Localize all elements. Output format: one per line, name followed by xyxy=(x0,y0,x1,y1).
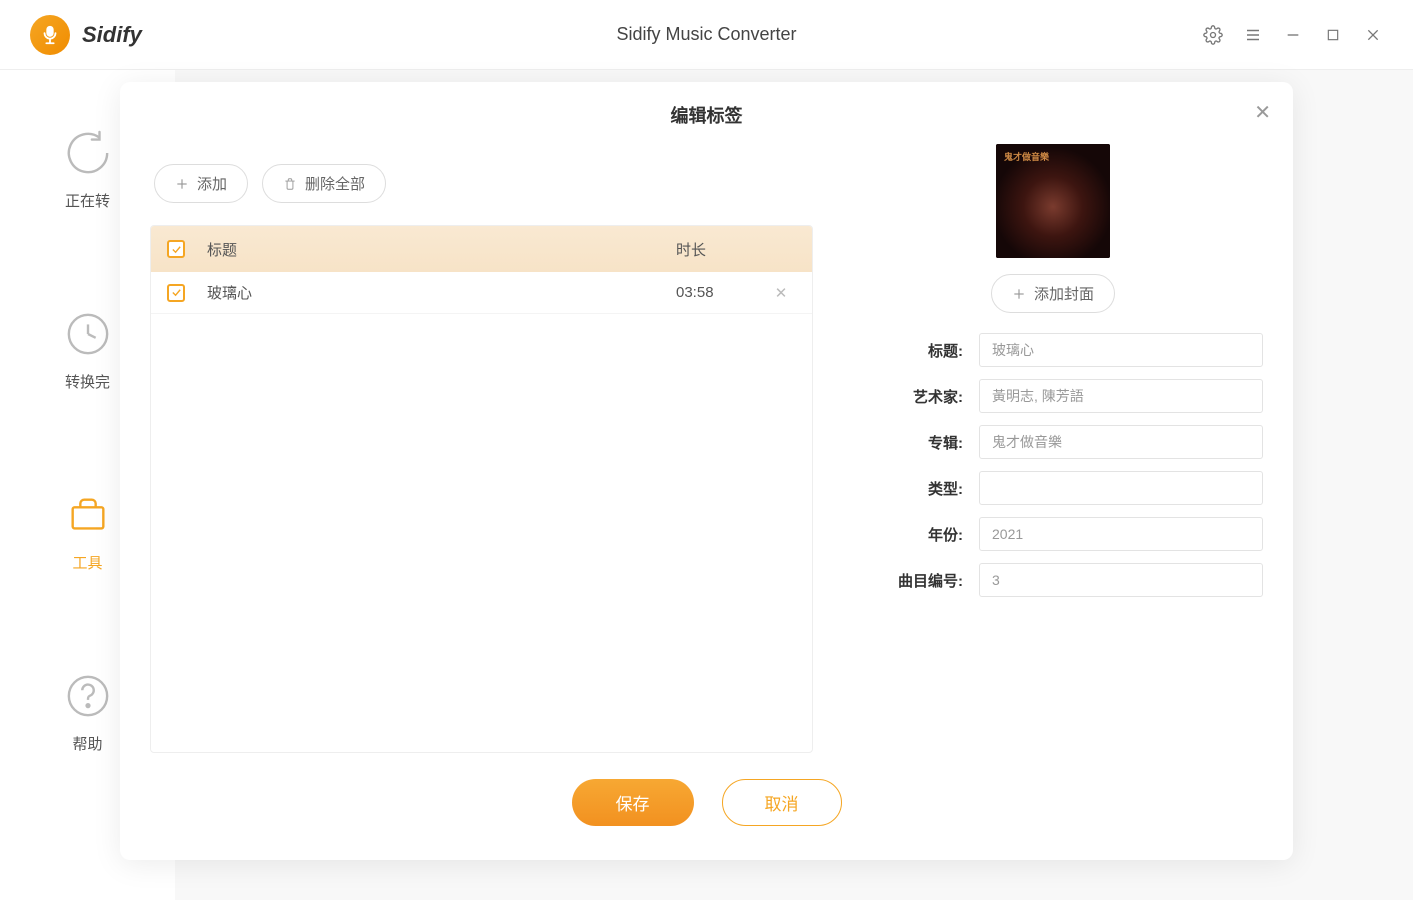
modal-footer: 保存 取消 xyxy=(120,753,1293,860)
right-pane: 鬼才做音樂 添加封面 标题: 艺术家: 专辑: xyxy=(843,144,1263,753)
settings-icon[interactable] xyxy=(1203,25,1223,45)
form-row-year: 年份: xyxy=(843,517,1263,551)
input-track[interactable] xyxy=(979,563,1263,597)
header-checkbox[interactable] xyxy=(167,240,207,258)
input-genre[interactable] xyxy=(979,471,1263,505)
delete-all-label: 删除全部 xyxy=(305,173,365,194)
plus-icon xyxy=(1012,287,1026,301)
track-table: 标题 时长 玻璃心 03:58 ✕ xyxy=(150,225,813,753)
album-cover: 鬼才做音樂 xyxy=(996,144,1110,258)
close-icon[interactable] xyxy=(1363,25,1383,45)
input-artist[interactable] xyxy=(979,379,1263,413)
label-album: 专辑: xyxy=(843,432,963,453)
form-row-title: 标题: xyxy=(843,333,1263,367)
sidebar-label: 帮助 xyxy=(72,733,102,754)
row-checkbox[interactable] xyxy=(167,284,207,302)
titlebar-right xyxy=(1203,25,1383,45)
sidebar-item-tools[interactable]: 工具 xyxy=(65,492,111,573)
app-title: Sidify Music Converter xyxy=(616,24,796,45)
header-title: 标题 xyxy=(207,239,676,260)
label-track: 曲目编号: xyxy=(843,570,963,591)
label-title: 标题: xyxy=(843,340,963,361)
modal-close-icon[interactable]: ✕ xyxy=(1254,100,1271,125)
label-genre: 类型: xyxy=(843,478,963,499)
sidebar-item-help[interactable]: 帮助 xyxy=(65,673,111,754)
save-button[interactable]: 保存 xyxy=(572,779,694,826)
edit-tags-modal: 编辑标签 ✕ 添加 删除全部 标题 时长 xyxy=(120,82,1293,860)
form-row-artist: 艺术家: xyxy=(843,379,1263,413)
form-row-genre: 类型: xyxy=(843,471,1263,505)
sidebar-label: 正在转 xyxy=(65,190,110,211)
sidebar-item-converting[interactable]: 正在转 xyxy=(65,130,111,211)
header-duration: 时长 xyxy=(676,239,766,260)
app-logo xyxy=(30,15,70,55)
add-cover-label: 添加封面 xyxy=(1034,283,1094,304)
modal-header: 编辑标签 ✕ xyxy=(120,82,1293,144)
sidebar-label: 转换完 xyxy=(65,371,110,392)
label-year: 年份: xyxy=(843,524,963,545)
modal-body: 添加 删除全部 标题 时长 xyxy=(120,144,1293,753)
row-title: 玻璃心 xyxy=(207,282,676,303)
plus-icon xyxy=(175,177,189,191)
add-cover-button[interactable]: 添加封面 xyxy=(991,274,1115,313)
add-button[interactable]: 添加 xyxy=(154,164,248,203)
toolbar: 添加 删除全部 xyxy=(150,144,813,225)
modal-title: 编辑标签 xyxy=(120,102,1293,128)
table-header: 标题 时长 xyxy=(151,226,812,272)
input-year[interactable] xyxy=(979,517,1263,551)
sidebar-label: 工具 xyxy=(72,552,102,573)
form-row-album: 专辑: xyxy=(843,425,1263,459)
row-duration: 03:58 xyxy=(676,284,766,301)
titlebar: Sidify Sidify Music Converter xyxy=(0,0,1413,70)
delete-all-button[interactable]: 删除全部 xyxy=(262,164,386,203)
cancel-button[interactable]: 取消 xyxy=(722,779,842,826)
table-row[interactable]: 玻璃心 03:58 ✕ xyxy=(151,272,812,314)
add-label: 添加 xyxy=(197,173,227,194)
sidebar-item-converted[interactable]: 转换完 xyxy=(65,311,111,392)
maximize-icon[interactable] xyxy=(1323,25,1343,45)
input-title[interactable] xyxy=(979,333,1263,367)
input-album[interactable] xyxy=(979,425,1263,459)
titlebar-left: Sidify xyxy=(30,15,142,55)
label-artist: 艺术家: xyxy=(843,386,963,407)
menu-icon[interactable] xyxy=(1243,25,1263,45)
tag-form: 标题: 艺术家: 专辑: 类型: 年份: xyxy=(843,333,1263,597)
minimize-icon[interactable] xyxy=(1283,25,1303,45)
trash-icon xyxy=(283,177,297,191)
form-row-track: 曲目编号: xyxy=(843,563,1263,597)
app-name: Sidify xyxy=(82,22,142,48)
left-pane: 添加 删除全部 标题 时长 xyxy=(150,144,813,753)
row-remove-icon[interactable]: ✕ xyxy=(766,284,796,302)
